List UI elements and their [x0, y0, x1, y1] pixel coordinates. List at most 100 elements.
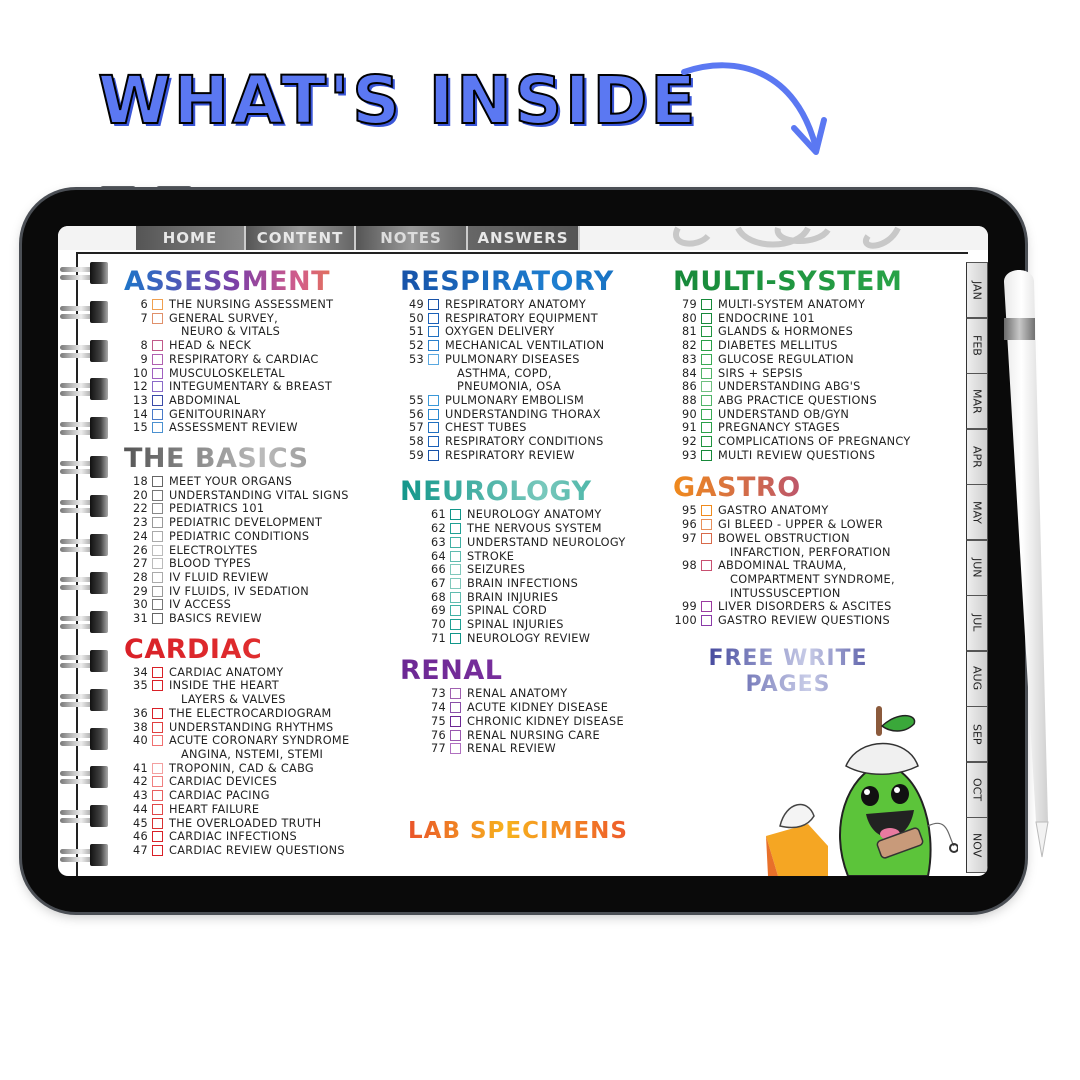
checkbox[interactable] [450, 688, 461, 700]
checkbox[interactable] [428, 326, 439, 338]
toc-item[interactable]: 74 ACUTE KIDNEY DISEASE [400, 701, 660, 715]
month-tab-jul[interactable]: JUL [966, 595, 988, 651]
toc-item[interactable]: 64 STROKE [400, 550, 660, 564]
toc-item[interactable]: 20 UNDERSTANDING VITAL SIGNS [124, 489, 374, 503]
item-label[interactable]: PULMONARY EMBOLISM [445, 394, 584, 408]
checkbox[interactable] [152, 503, 163, 515]
month-tab-aug[interactable]: AUG [966, 650, 988, 707]
item-label[interactable]: RESPIRATORY REVIEW [445, 449, 575, 463]
section-title-neurology[interactable]: Neurology [400, 476, 660, 508]
toc-item[interactable]: 82 DIABETES MELLITUS [673, 339, 953, 353]
item-label[interactable]: RENAL REVIEW [467, 742, 556, 756]
tab-home[interactable]: Home [136, 226, 246, 250]
toc-item[interactable]: 9 RESPIRATORY & CARDIAC [124, 353, 374, 367]
checkbox[interactable] [450, 550, 461, 562]
checkbox[interactable] [450, 702, 461, 714]
checkbox[interactable] [701, 449, 712, 461]
toc-item[interactable]: 14 GENITOURINARY [124, 408, 374, 422]
tab-notes[interactable]: Notes [356, 226, 468, 250]
checkbox[interactable] [450, 729, 461, 741]
item-label[interactable]: MULTI-SYSTEM ANATOMY [718, 298, 865, 312]
item-label[interactable]: ABDOMINAL TRAUMA, COMPARTMENT SYNDROME, IN… [718, 559, 895, 600]
toc-item[interactable]: 10 MUSCULOSKELETAL [124, 367, 374, 381]
item-label[interactable]: GI BLEED - UPPER & LOWER [718, 518, 883, 532]
toc-item[interactable]: 93 MULTI REVIEW QUESTIONS [673, 449, 953, 463]
toc-item[interactable]: 51 OXYGEN DELIVERY [400, 325, 660, 339]
checkbox[interactable] [701, 532, 712, 544]
checkbox[interactable] [701, 353, 712, 365]
item-label[interactable]: CARDIAC ANATOMY [169, 666, 283, 680]
checkbox[interactable] [152, 571, 163, 583]
toc-item[interactable]: 68 BRAIN INJURIES [400, 591, 660, 605]
item-label[interactable]: PEDIATRIC DEVELOPMENT [169, 516, 322, 530]
item-label[interactable]: ASSESSMENT REVIEW [169, 421, 298, 435]
item-label[interactable]: SPINAL CORD [467, 604, 547, 618]
toc-item[interactable]: 50 RESPIRATORY EQUIPMENT [400, 312, 660, 326]
item-label[interactable]: MECHANICAL VENTILATION [445, 339, 604, 353]
toc-item[interactable]: 63 UNDERSTAND NEUROLOGY [400, 536, 660, 550]
checkbox[interactable] [701, 601, 712, 613]
checkbox[interactable] [152, 844, 163, 856]
toc-item[interactable]: 24 PEDIATRIC CONDITIONS [124, 530, 374, 544]
month-tab-jun[interactable]: JUN [966, 539, 988, 596]
item-label[interactable]: UNDERSTANDING VITAL SIGNS [169, 489, 349, 503]
item-label[interactable]: GLANDS & HORMONES [718, 325, 853, 339]
toc-item[interactable]: 88 ABG PRACTICE QUESTIONS [673, 394, 953, 408]
toc-item[interactable]: 91 PREGNANCY STAGES [673, 421, 953, 435]
item-label[interactable]: PEDIATRICS 101 [169, 502, 264, 516]
checkbox[interactable] [450, 591, 461, 603]
lab-specimens-link[interactable]: Lab Specimens [408, 818, 628, 844]
checkbox[interactable] [152, 299, 163, 310]
checkbox[interactable] [152, 476, 163, 488]
month-tab-oct[interactable]: OCT [966, 761, 988, 818]
item-label[interactable]: RESPIRATORY ANATOMY [445, 298, 586, 312]
item-label[interactable]: GENERAL SURVEY, NEURO & VITALS [169, 312, 280, 339]
checkbox[interactable] [701, 367, 712, 379]
item-label[interactable]: LIVER DISORDERS & ASCITES [718, 600, 892, 614]
toc-item[interactable]: 38 UNDERSTANDING RHYTHMS [124, 721, 374, 735]
item-label[interactable]: MULTI REVIEW QUESTIONS [718, 449, 875, 463]
checkbox[interactable] [701, 299, 712, 310]
item-label[interactable]: SIRS + SEPSIS [718, 367, 803, 381]
checkbox[interactable] [450, 715, 461, 727]
toc-item[interactable]: 61 NEUROLOGY ANATOMY [400, 508, 660, 522]
item-label[interactable]: INSIDE THE HEART LAYERS & VALVES [169, 679, 286, 706]
item-label[interactable]: RENAL ANATOMY [467, 687, 567, 701]
toc-item[interactable]: 30 IV ACCESS [124, 598, 374, 612]
toc-item[interactable]: 99 LIVER DISORDERS & ASCITES [673, 600, 953, 614]
section-title-multi-system[interactable]: Multi-System [673, 266, 953, 298]
item-label[interactable]: UNDERSTANDING ABG'S [718, 380, 861, 394]
toc-item[interactable]: 28 IV FLUID REVIEW [124, 571, 374, 585]
item-label[interactable]: GASTRO REVIEW QUESTIONS [718, 614, 890, 628]
checkbox[interactable] [152, 517, 163, 529]
checkbox[interactable] [428, 312, 439, 324]
checkbox[interactable] [152, 394, 163, 406]
item-label[interactable]: IV ACCESS [169, 598, 231, 612]
section-title-renal[interactable]: Renal [400, 655, 660, 687]
checkbox[interactable] [701, 422, 712, 434]
toc-item[interactable]: 26 ELECTROLYTES [124, 544, 374, 558]
toc-item[interactable]: 34 CARDIAC ANATOMY [124, 666, 374, 680]
checkbox[interactable] [701, 408, 712, 420]
toc-item[interactable]: 6 THE NURSING ASSESSMENT [124, 298, 374, 312]
item-label[interactable]: THE NURSING ASSESSMENT [169, 298, 333, 312]
checkbox[interactable] [450, 564, 461, 576]
checkbox[interactable] [701, 615, 712, 627]
toc-item[interactable]: 76 RENAL NURSING CARE [400, 729, 660, 743]
checkbox[interactable] [152, 666, 163, 678]
checkbox[interactable] [450, 536, 461, 548]
toc-item[interactable]: 67 BRAIN INFECTIONS [400, 577, 660, 591]
checkbox[interactable] [152, 599, 163, 611]
item-label[interactable]: IV FLUIDS, IV SEDATION [169, 585, 309, 599]
toc-item[interactable]: 13 ABDOMINAL [124, 394, 374, 408]
toc-item[interactable]: 92 COMPLICATIONS OF PREGNANCY [673, 435, 953, 449]
checkbox[interactable] [450, 632, 461, 644]
item-label[interactable]: THE ELECTROCARDIOGRAM [169, 707, 332, 721]
item-label[interactable]: DIABETES MELLITUS [718, 339, 838, 353]
toc-item[interactable]: 83 GLUCOSE REGULATION [673, 353, 953, 367]
item-label[interactable]: BOWEL OBSTRUCTION INFARCTION, PERFORATION [718, 532, 891, 559]
checkbox[interactable] [428, 408, 439, 420]
checkbox[interactable] [152, 585, 163, 597]
checkbox[interactable] [450, 523, 461, 535]
free-write-pages-link[interactable]: Free Write Pages [688, 646, 888, 698]
